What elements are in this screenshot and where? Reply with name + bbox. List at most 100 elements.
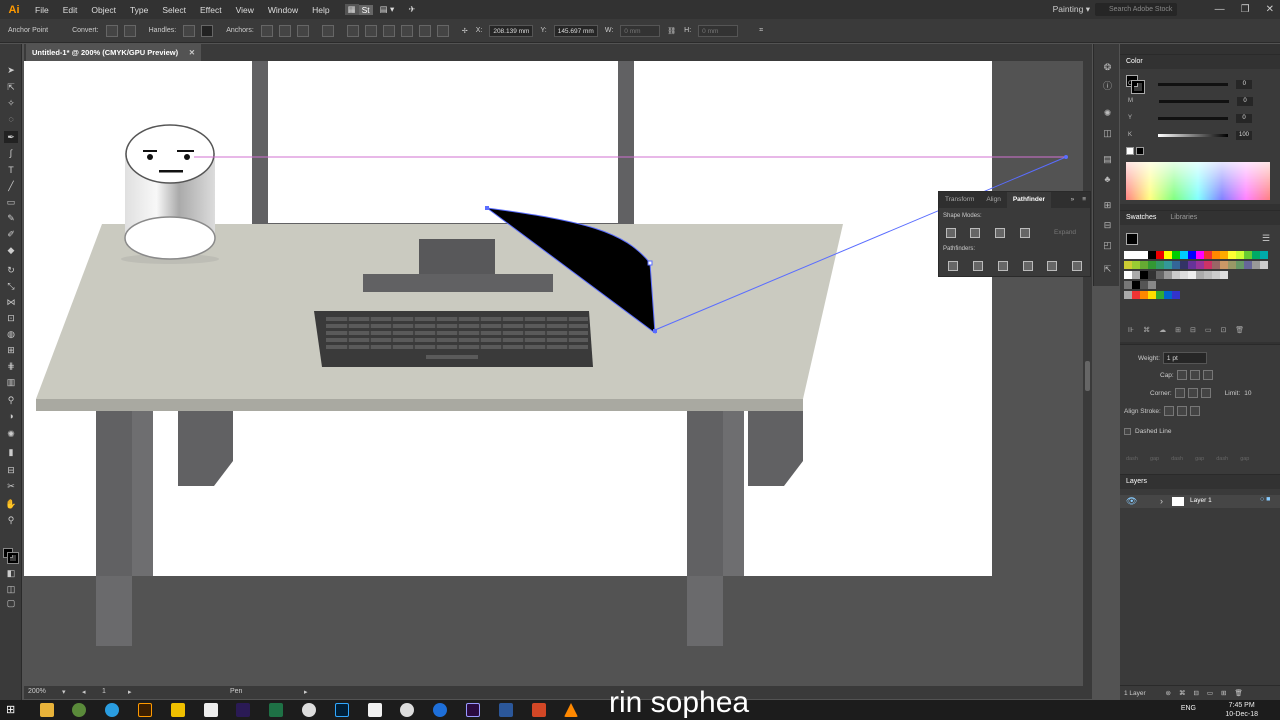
color-swatch[interactable]: [1172, 261, 1180, 269]
language-indicator[interactable]: ENG: [1181, 705, 1196, 712]
align-middle-icon[interactable]: [418, 24, 431, 37]
panel-collapse-icon[interactable]: »: [1067, 192, 1079, 208]
next-artboard-icon[interactable]: ▸: [128, 688, 132, 696]
rectangle-tool-icon[interactable]: ▭: [4, 196, 18, 208]
align-inside-stroke-icon[interactable]: [1176, 406, 1187, 416]
black-slider[interactable]: K 100: [1128, 130, 1253, 140]
color-swatch[interactable]: [1140, 271, 1148, 279]
excel-icon[interactable]: [269, 703, 283, 717]
link-icon[interactable]: ⛓: [663, 27, 680, 35]
align-panel-icon[interactable]: ⊞: [1102, 200, 1113, 211]
word-icon[interactable]: [499, 703, 513, 717]
black-value[interactable]: 100: [1236, 130, 1253, 140]
chrome-icon-2[interactable]: [400, 703, 414, 717]
cut-path-icon[interactable]: [296, 24, 309, 37]
slice-tool-icon[interactable]: ✂: [4, 480, 18, 492]
yellow-slider[interactable]: Y0: [1128, 113, 1253, 123]
color-swatch[interactable]: [1196, 271, 1204, 279]
color-panel-icon[interactable]: ❂: [1102, 62, 1113, 73]
zoom-dropdown-icon[interactable]: ▾: [62, 688, 66, 696]
anchor-point[interactable]: [653, 329, 657, 333]
color-swatch[interactable]: [1172, 271, 1180, 279]
y-field[interactable]: 145.697 mm: [553, 24, 598, 37]
color-swatch[interactable]: [1228, 261, 1236, 269]
type-tool-icon[interactable]: T: [4, 164, 18, 176]
yellow-value[interactable]: 0: [1236, 113, 1253, 123]
perspective-grid-tool-icon[interactable]: ⊞: [4, 344, 18, 356]
chrome-icon[interactable]: [302, 703, 316, 717]
minus-back-icon[interactable]: [1072, 261, 1082, 271]
menu-effect[interactable]: Effect: [193, 5, 229, 15]
color-swatch[interactable]: [1148, 271, 1156, 279]
scrollbar-thumb[interactable]: [1085, 361, 1090, 391]
tab-libraries[interactable]: Libraries: [1170, 211, 1197, 225]
color-swatch[interactable]: [1188, 261, 1196, 269]
eyedropper-tool-icon[interactable]: ⚲: [4, 394, 18, 406]
color-swatch[interactable]: [1148, 281, 1156, 289]
outline-icon[interactable]: [1047, 261, 1057, 271]
color-swatch[interactable]: [1244, 251, 1252, 259]
color-swatch[interactable]: [1124, 261, 1132, 269]
line-tool-icon[interactable]: ╱: [4, 180, 18, 192]
color-swatch[interactable]: [1156, 261, 1164, 269]
width-tool-icon[interactable]: ⋈: [4, 296, 18, 308]
round-join-icon[interactable]: [1187, 388, 1198, 398]
color-swatch[interactable]: [1220, 261, 1228, 269]
menu-select[interactable]: Select: [155, 5, 193, 15]
settings-app-icon[interactable]: [72, 703, 86, 717]
crop-icon[interactable]: [1023, 261, 1033, 271]
status-menu-icon[interactable]: ▸: [304, 688, 308, 696]
color-swatch[interactable]: [1196, 261, 1204, 269]
start-icon[interactable]: ⊞: [6, 703, 20, 717]
mesh-tool-icon[interactable]: ⋕: [4, 360, 18, 372]
expand-button[interactable]: Expand: [1054, 229, 1076, 236]
prev-artboard-icon[interactable]: ◂: [82, 688, 86, 696]
premiere-icon[interactable]: [466, 703, 480, 717]
color-swatch[interactable]: [1156, 291, 1164, 299]
color-spectrum[interactable]: [1126, 162, 1270, 200]
merge-icon[interactable]: [998, 261, 1008, 271]
photos-icon[interactable]: [204, 703, 218, 717]
media-app-icon[interactable]: [368, 703, 382, 717]
color-swatch[interactable]: [1124, 291, 1132, 299]
menu-help[interactable]: Help: [305, 5, 336, 15]
file-explorer-icon[interactable]: [40, 703, 54, 717]
color-swatch[interactable]: [1180, 261, 1188, 269]
menu-edit[interactable]: Edit: [56, 5, 85, 15]
color-swatch[interactable]: [1212, 271, 1220, 279]
color-swatch[interactable]: [1172, 291, 1180, 299]
color-swatch[interactable]: [1196, 251, 1204, 259]
color-swatch[interactable]: [1204, 261, 1212, 269]
weight-field[interactable]: 1 pt: [1162, 352, 1207, 364]
stock-icon[interactable]: St: [358, 4, 373, 15]
color-swatch[interactable]: [1148, 261, 1156, 269]
transform-icon[interactable]: ⌗: [755, 27, 767, 35]
align-center-stroke-icon[interactable]: [1163, 406, 1174, 416]
color-swatch[interactable]: [1124, 281, 1132, 289]
menu-type[interactable]: Type: [123, 5, 155, 15]
swatch-fill[interactable]: [1126, 233, 1138, 245]
unite-icon[interactable]: [946, 228, 956, 238]
selection-tool-icon[interactable]: ➤: [4, 64, 18, 76]
show-handles-icon[interactable]: [183, 24, 196, 37]
tab-pathfinder[interactable]: Pathfinder: [1006, 192, 1051, 208]
color-swatch[interactable]: [1260, 251, 1268, 259]
color-swatch[interactable]: [1140, 281, 1148, 289]
menu-view[interactable]: View: [229, 5, 261, 15]
color-swatch[interactable]: [1180, 251, 1188, 259]
color-swatch[interactable]: [1156, 251, 1164, 259]
color-swatch[interactable]: [1164, 291, 1172, 299]
magenta-slider[interactable]: M0: [1128, 96, 1253, 106]
color-swatch[interactable]: [1244, 261, 1252, 269]
draw-mode-icon[interactable]: ◫: [4, 583, 18, 595]
align-bottom-icon[interactable]: [436, 24, 449, 37]
color-swatch[interactable]: [1260, 261, 1268, 269]
color-swatch[interactable]: [1164, 251, 1172, 259]
color-swatch[interactable]: [1148, 291, 1156, 299]
divide-icon[interactable]: [948, 261, 958, 271]
color-swatch[interactable]: [1212, 251, 1220, 259]
pen-tool-icon[interactable]: ✒: [4, 131, 18, 143]
color-swatch[interactable]: [1172, 251, 1180, 259]
rotate-tool-icon[interactable]: ↻: [4, 264, 18, 276]
zoom-tool-icon[interactable]: ⚲: [4, 514, 18, 526]
